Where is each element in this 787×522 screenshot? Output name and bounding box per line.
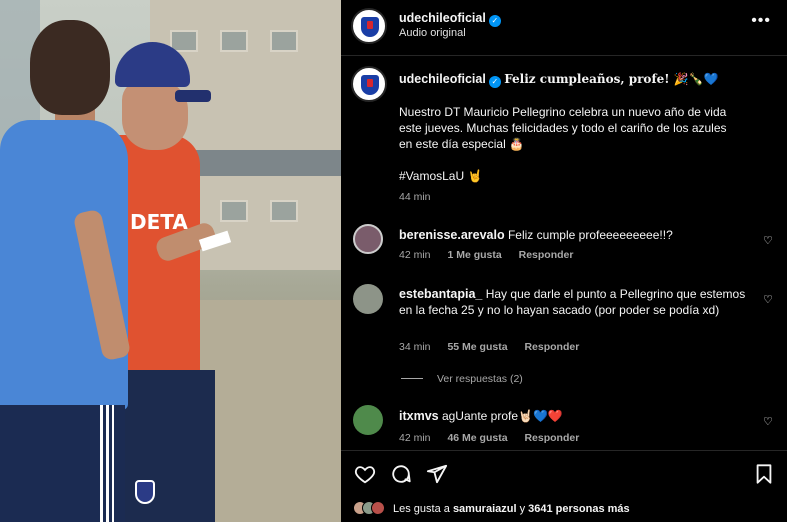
share-icon[interactable] [426,463,448,485]
likes-prefix: Les gusta a [393,503,453,515]
comment-likes[interactable]: 1 Me gusta [447,249,501,261]
replies-divider [401,378,423,379]
comment-like-heart-icon[interactable]: ♡ [763,415,775,428]
comment-like-heart-icon[interactable]: ♡ [763,293,775,306]
comment-icon[interactable] [390,463,412,485]
comment-like-heart-icon[interactable]: ♡ [763,234,775,247]
heart-icon[interactable] [354,463,376,485]
comments-area: udechileoficial ✓ Feliz cumpleaños, profe… [341,56,787,450]
verified-badge-icon: ✓ [488,15,501,27]
reply-button[interactable]: Responder [524,432,579,444]
post-header: udechileoficial ✓ Audio original ••• [341,0,787,56]
club-crest-icon [135,480,155,504]
likes-user[interactable]: samuraiazul [453,503,517,515]
comment-meta: 42 min 1 Me gusta Responder [399,249,587,261]
comment-avatar[interactable] [353,224,383,254]
comment-time: 42 min [399,432,431,444]
view-replies-label[interactable]: Ver respuestas (2) [437,373,523,385]
club-logo-icon [361,17,379,37]
post-actions-bar: Les gusta a samuraiazul y 3641 personas … [341,450,787,522]
comment-meta: 34 min 55 Me gusta Responder [399,341,593,353]
comment: estebantapia_ Hay que darle el punto a P… [399,286,749,318]
player-shorts-stripe [100,405,114,522]
bookmark-icon[interactable] [753,463,775,485]
comment-time: 42 min [399,249,431,261]
comment-time: 34 min [399,341,431,353]
caption-title-line: udechileoficial ✓ Feliz cumpleaños, profe… [399,71,739,88]
caption-hashtag[interactable]: #VamosLaU 🤘 [399,168,739,184]
comment: berenisse.arevalo Feliz cumple profeeeee… [399,227,749,243]
coach-cap-brim [175,90,211,102]
liker-avatar [371,501,385,515]
comment-likes[interactable]: 46 Me gusta [447,432,507,444]
audio-label[interactable]: Audio original [399,27,466,39]
building-window [270,30,298,52]
comment-avatar[interactable] [353,405,383,435]
comment-text: Feliz cumple profeeeeeeeee!!? [507,228,673,242]
post-photo[interactable]: DETA [0,0,341,522]
post-side-panel: udechileoficial ✓ Audio original ••• udec… [341,0,787,522]
view-replies-button[interactable]: Ver respuestas (2) [401,373,523,385]
likes-summary[interactable]: Les gusta a samuraiazul y 3641 personas … [353,501,630,515]
caption-title: Feliz cumpleaños, profe! 🎉🍾💙 [504,72,719,86]
comment-username[interactable]: berenisse.arevalo [399,228,505,242]
comment-username[interactable]: estebantapia_ [399,287,482,301]
reply-button[interactable]: Responder [524,341,579,353]
comment-avatar[interactable] [353,284,383,314]
comment-meta: 42 min 46 Me gusta Responder [399,432,593,444]
caption-avatar[interactable] [351,66,387,102]
player-head [30,20,110,115]
comment: itxmvs agUante profe🤘🏻💙❤️ [399,408,749,424]
club-logo-icon [361,75,379,95]
player-figure [0,20,132,522]
likes-count[interactable]: 3641 personas más [528,503,630,515]
caption-body: Nuestro DT Mauricio Pellegrino celebra u… [399,105,727,151]
caption-username[interactable]: udechileoficial [399,72,486,86]
verified-badge-icon: ✓ [488,76,501,88]
coach-shorts [120,370,215,522]
likes-middle: y [516,503,529,515]
caption-time: 44 min [399,191,431,203]
more-horizontal-icon[interactable]: ••• [751,12,771,30]
comment-text: agUante profe🤘🏻💙❤️ [441,409,563,423]
comment-likes[interactable]: 55 Me gusta [447,341,507,353]
comment-username[interactable]: itxmvs [399,409,439,423]
header-username[interactable]: udechileoficial [399,11,486,25]
building-window [270,200,298,222]
reply-button[interactable]: Responder [519,249,574,261]
account-avatar[interactable] [351,8,387,44]
